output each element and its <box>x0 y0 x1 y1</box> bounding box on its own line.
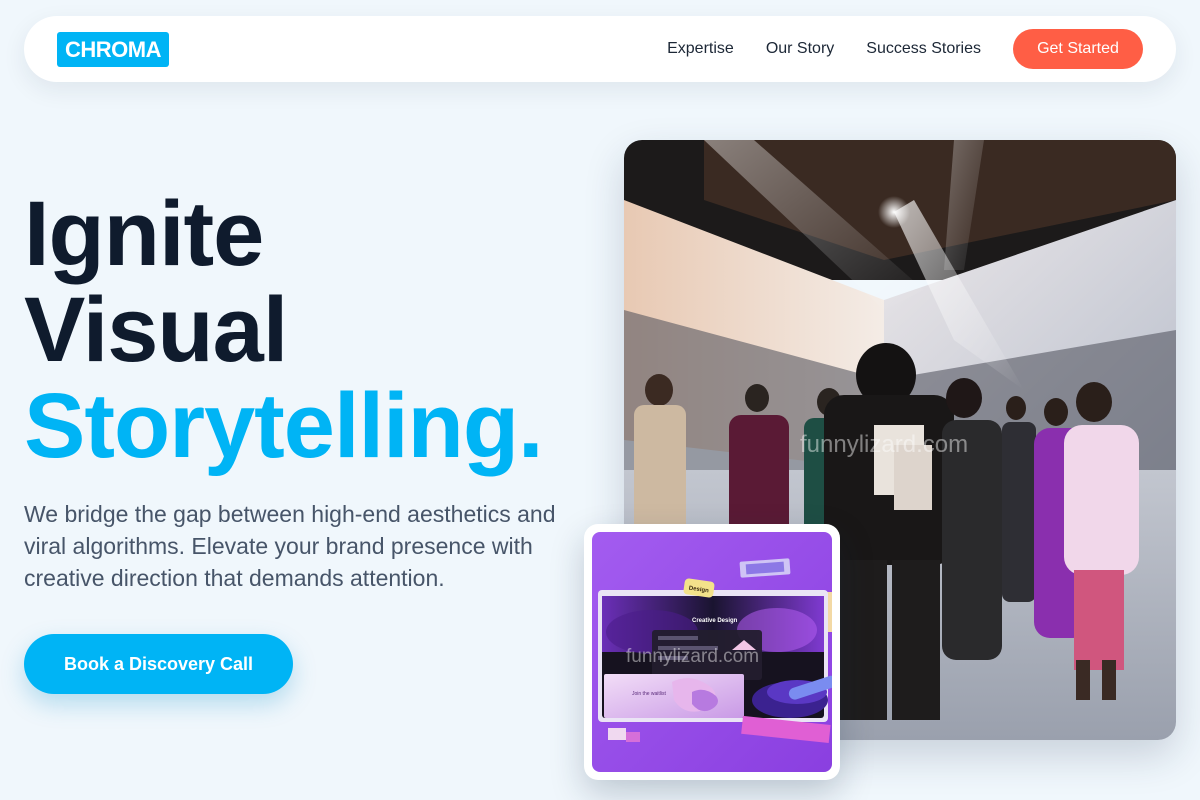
hero-title-line-1: Ignite <box>24 183 264 285</box>
nav-links: Expertise Our Story Success Stories Get … <box>667 29 1143 69</box>
preview-caption: Join the waitlist <box>632 691 667 697</box>
top-navbar: CHROMA Expertise Our Story Success Stori… <box>24 16 1176 82</box>
hero-description: We bridge the gap between high-end aesth… <box>24 501 556 591</box>
nav-link-success-stories[interactable]: Success Stories <box>866 40 981 58</box>
photo-watermark: funnylizard.com <box>800 431 968 458</box>
get-started-button[interactable]: Get Started <box>1013 29 1143 69</box>
preview-app-title: Creative Design <box>692 618 738 624</box>
design-preview-card: Creative Design Join the waitlist Design <box>584 524 840 780</box>
hero-title-line-2: Visual <box>24 279 288 381</box>
nav-link-our-story[interactable]: Our Story <box>766 40 834 58</box>
chroma-logo[interactable]: CHROMA <box>57 31 169 67</box>
design-preview-image: Creative Design Join the waitlist Design <box>592 532 832 772</box>
book-discovery-call-button[interactable]: Book a Discovery Call <box>24 634 293 694</box>
hero-title-line-3: Storytelling. <box>24 375 544 477</box>
card-watermark: funnylizard.com <box>626 646 759 667</box>
hero-title: Ignite Visual Storytelling. <box>24 183 544 477</box>
landing-page: CHROMA Expertise Our Story Success Stori… <box>0 0 1200 800</box>
nav-link-expertise[interactable]: Expertise <box>667 40 734 58</box>
